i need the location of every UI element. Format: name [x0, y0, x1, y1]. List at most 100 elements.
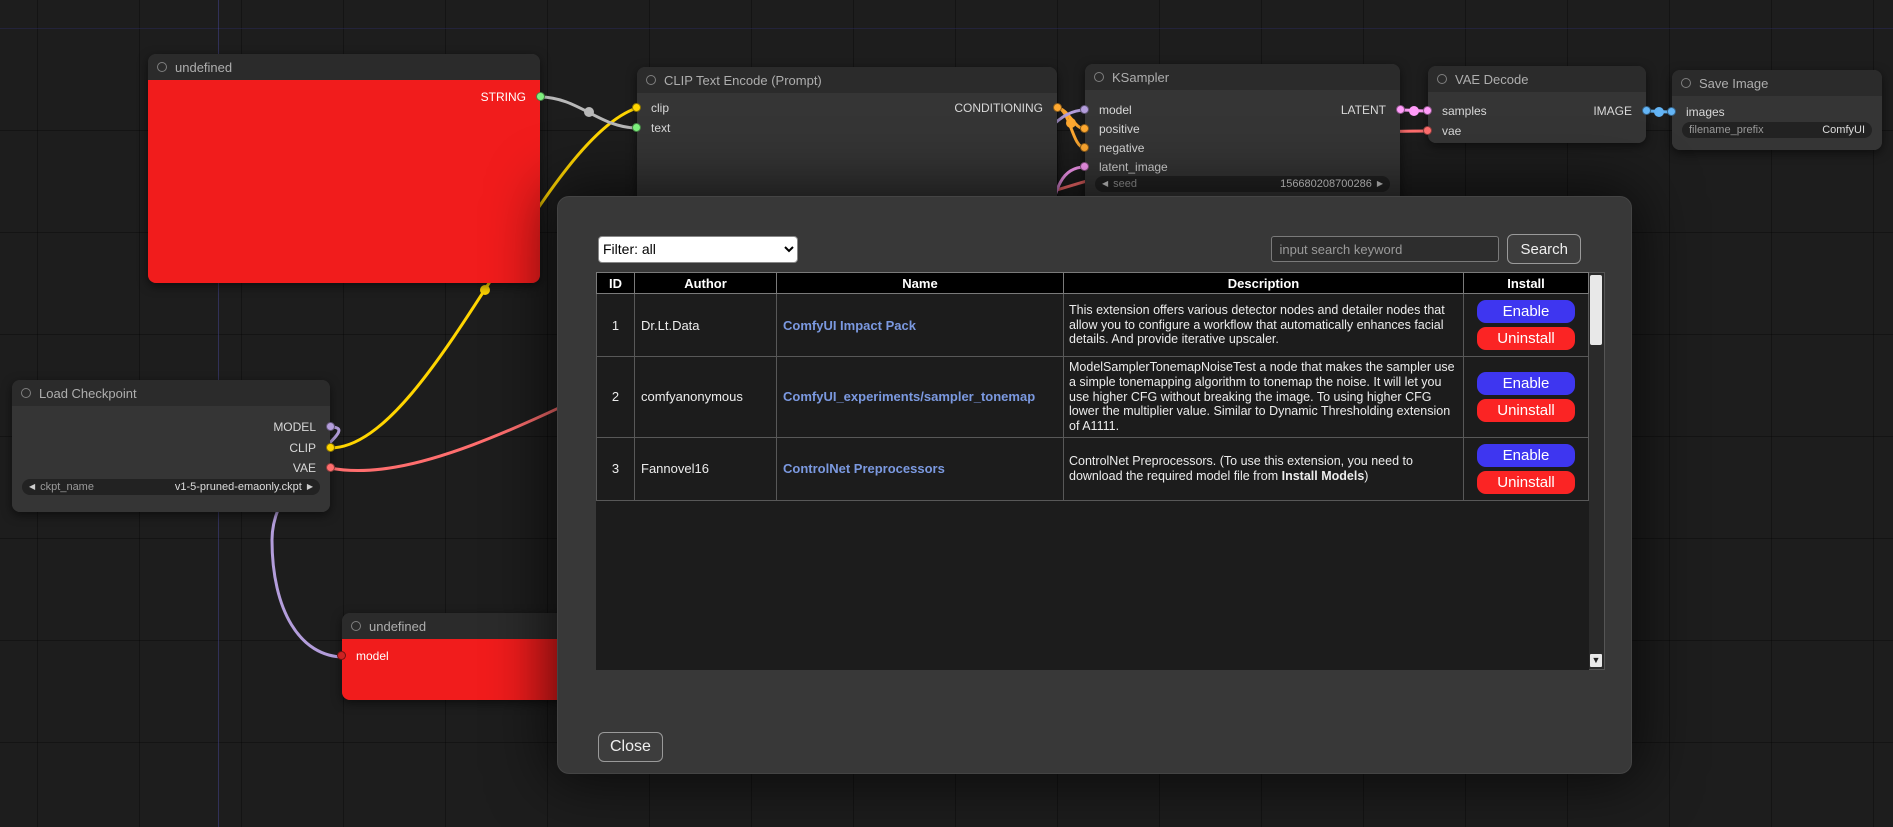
enable-button[interactable]: Enable	[1477, 444, 1575, 467]
model-input-dot[interactable]	[337, 651, 346, 660]
node-load-checkpoint[interactable]: Load Checkpoint MODEL CLIP VAE ◀ ckpt_na…	[12, 380, 330, 512]
uninstall-button[interactable]: Uninstall	[1477, 399, 1575, 422]
input-label: negative	[1099, 141, 1144, 155]
collapse-dot-icon[interactable]	[1681, 78, 1691, 88]
output-label: CLIP	[289, 441, 316, 455]
input-label: positive	[1099, 122, 1140, 136]
link-dot-image[interactable]	[1654, 107, 1664, 117]
node-title-bar[interactable]: Load Checkpoint	[12, 380, 330, 406]
prev-arrow-icon[interactable]: ◀	[29, 479, 35, 495]
widget-value: v1-5-pruned-emaonly.ckpt	[175, 481, 302, 493]
collapse-dot-icon[interactable]	[157, 62, 167, 72]
link-dot-clip[interactable]	[480, 285, 490, 295]
node-body: images filename_prefix ComfyUI	[1672, 96, 1882, 150]
images-input-dot[interactable]	[1667, 107, 1676, 116]
enable-button[interactable]: Enable	[1477, 300, 1575, 323]
enable-button[interactable]: Enable	[1477, 372, 1575, 395]
description-text: This extension offers various detector n…	[1069, 303, 1445, 347]
widget-label: filename_prefix	[1689, 124, 1764, 136]
comfyui-canvas[interactable]: undefined STRING CLIP Text Encode (Promp…	[0, 0, 1893, 827]
uninstall-button[interactable]: Uninstall	[1477, 471, 1575, 494]
node-title-bar[interactable]: VAE Decode	[1428, 66, 1646, 92]
extensions-table-container: ID Author Name Description Install 1 Dr.…	[596, 272, 1604, 670]
node-undefined-top[interactable]: undefined STRING	[148, 54, 540, 283]
collapse-dot-icon[interactable]	[351, 621, 361, 631]
input-slot-negative: negative	[1085, 139, 1400, 157]
link-dot-string[interactable]	[584, 107, 594, 117]
manager-toolbar: Filter: all Search	[598, 234, 1581, 264]
cell-description: ControlNet Preprocessors. (To use this e…	[1064, 437, 1464, 500]
output-slot-vae: VAE	[12, 459, 330, 477]
collapse-dot-icon[interactable]	[1437, 74, 1447, 84]
node-title-bar[interactable]: KSampler	[1085, 64, 1400, 90]
wire-string	[540, 97, 637, 128]
header-install: Install	[1464, 273, 1589, 294]
node-title: Save Image	[1699, 76, 1768, 91]
link-dot-latent[interactable]	[1409, 106, 1419, 116]
negative-input-dot[interactable]	[1080, 143, 1089, 152]
cell-install: Enable Uninstall	[1464, 437, 1589, 500]
node-title: Load Checkpoint	[39, 386, 137, 401]
extension-link[interactable]: ComfyUI Impact Pack	[783, 318, 916, 333]
table-row: 3 Fannovel16 ControlNet Preprocessors Co…	[597, 437, 1589, 500]
next-arrow-icon[interactable]: ▶	[307, 479, 313, 495]
extension-link[interactable]: ControlNet Preprocessors	[783, 461, 945, 476]
image-output-dot[interactable]	[1642, 106, 1651, 115]
vae-output-dot[interactable]	[326, 463, 335, 472]
collapse-dot-icon[interactable]	[646, 75, 656, 85]
scrollbar-thumb[interactable]	[1590, 275, 1602, 345]
output-slot-conditioning: CONDITIONING	[637, 99, 1057, 117]
node-title: VAE Decode	[1455, 72, 1528, 87]
link-dot-conditioning[interactable]	[1066, 118, 1076, 128]
search-input[interactable]	[1271, 236, 1499, 262]
latent-image-input-dot[interactable]	[1080, 162, 1089, 171]
node-save-image[interactable]: Save Image images filename_prefix ComfyU…	[1672, 70, 1882, 150]
uninstall-button[interactable]: Uninstall	[1477, 327, 1575, 350]
decrement-arrow-icon[interactable]: ◀	[1102, 176, 1108, 192]
filter-select[interactable]: Filter: all	[598, 236, 798, 263]
node-title-bar[interactable]: Save Image	[1672, 70, 1882, 96]
string-output-dot[interactable]	[536, 92, 545, 101]
table-header-row: ID Author Name Description Install	[597, 273, 1589, 294]
latent-output-dot[interactable]	[1396, 105, 1405, 114]
header-name: Name	[777, 273, 1064, 294]
cell-author: comfyanonymous	[635, 357, 777, 438]
header-id: ID	[597, 273, 635, 294]
search-button[interactable]: Search	[1507, 234, 1581, 264]
input-slot-positive: positive	[1085, 120, 1400, 138]
output-label: LATENT	[1341, 103, 1386, 117]
widget-value: ComfyUI	[1822, 124, 1865, 136]
seed-widget[interactable]: ◀ seed 156680208700286 ▶	[1095, 176, 1390, 192]
cell-id: 3	[597, 437, 635, 500]
vae-input-dot[interactable]	[1423, 126, 1432, 135]
collapse-dot-icon[interactable]	[1094, 72, 1104, 82]
extension-link[interactable]: ComfyUI_experiments/sampler_tonemap	[783, 389, 1035, 404]
close-button[interactable]: Close	[598, 732, 663, 762]
table-scrollbar[interactable]: ▼	[1589, 272, 1605, 670]
positive-input-dot[interactable]	[1080, 124, 1089, 133]
ckpt-name-widget[interactable]: ◀ ckpt_name v1-5-pruned-emaonly.ckpt ▶	[22, 479, 320, 495]
filename-prefix-widget[interactable]: filename_prefix ComfyUI	[1682, 122, 1872, 138]
node-title-bar[interactable]: undefined	[148, 54, 540, 80]
input-label: model	[356, 649, 389, 663]
text-input-dot[interactable]	[632, 123, 641, 132]
header-author: Author	[635, 273, 777, 294]
cell-name: ControlNet Preprocessors	[777, 437, 1064, 500]
clip-output-dot[interactable]	[326, 443, 335, 452]
model-output-dot[interactable]	[326, 422, 335, 431]
node-body-error: STRING	[148, 80, 540, 283]
output-slot-string: STRING	[148, 88, 540, 106]
conditioning-output-dot[interactable]	[1053, 103, 1062, 112]
scrollbar-down-arrow-icon[interactable]: ▼	[1590, 654, 1602, 667]
cell-name: ComfyUI Impact Pack	[777, 294, 1064, 357]
cell-author: Dr.Lt.Data	[635, 294, 777, 357]
node-vae-decode[interactable]: VAE Decode samples vae IMAGE	[1428, 66, 1646, 143]
output-label: VAE	[293, 461, 316, 475]
collapse-dot-icon[interactable]	[21, 388, 31, 398]
increment-arrow-icon[interactable]: ▶	[1377, 176, 1383, 192]
cell-install: Enable Uninstall	[1464, 294, 1589, 357]
grid-axis-horizontal	[0, 28, 1893, 29]
node-title-bar[interactable]: CLIP Text Encode (Prompt)	[637, 67, 1057, 93]
description-tail: )	[1364, 469, 1368, 483]
widget-label: seed	[1113, 178, 1137, 190]
